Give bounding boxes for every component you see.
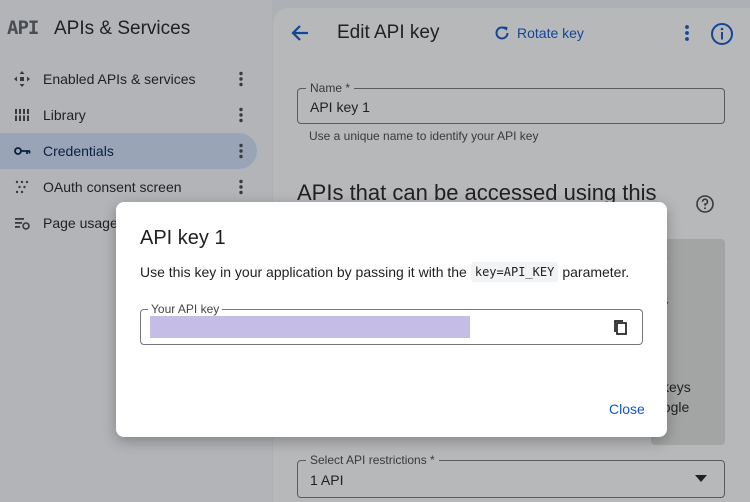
api-key-field[interactable]: Your API key: [140, 302, 643, 345]
dialog-code-snippet: key=API_KEY: [470, 262, 559, 282]
dialog-description: Use this key in your application by pass…: [140, 262, 629, 282]
api-key-value-redacted: [150, 316, 470, 338]
dialog-text-after: parameter.: [562, 264, 630, 280]
dialog-title: API key 1: [140, 227, 226, 249]
api-key-field-label: Your API key: [148, 302, 223, 316]
api-key-dialog: API key 1 Use this key in your applicati…: [116, 202, 667, 437]
dialog-text-before: Use this key in your application by pass…: [140, 264, 467, 280]
close-button[interactable]: Close: [609, 401, 645, 417]
copy-icon[interactable]: [611, 318, 631, 338]
